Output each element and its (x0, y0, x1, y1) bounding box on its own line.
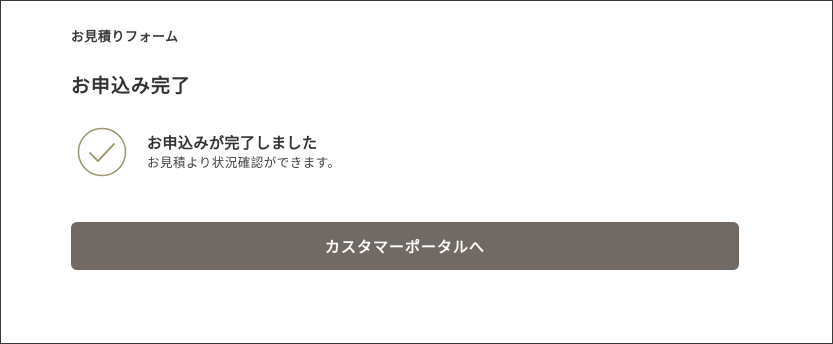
check-circle-icon (77, 127, 127, 177)
status-description: お見積より状況確認ができます。 (147, 154, 341, 170)
customer-portal-button[interactable]: カスタマーポータルへ (71, 222, 739, 270)
form-label: お見積りフォーム (71, 30, 179, 45)
page-title: お申込み完了 (71, 75, 192, 97)
status-heading: お申込みが完了しました (147, 133, 318, 152)
completion-status: お申込みが完了しました お見積より状況確認ができます。 (77, 127, 341, 177)
status-text: お申込みが完了しました お見積より状況確認ができます。 (147, 133, 341, 172)
page-frame: お見積りフォーム お申込み完了 お申込みが完了しました お見積より状況確認ができ… (0, 0, 833, 344)
